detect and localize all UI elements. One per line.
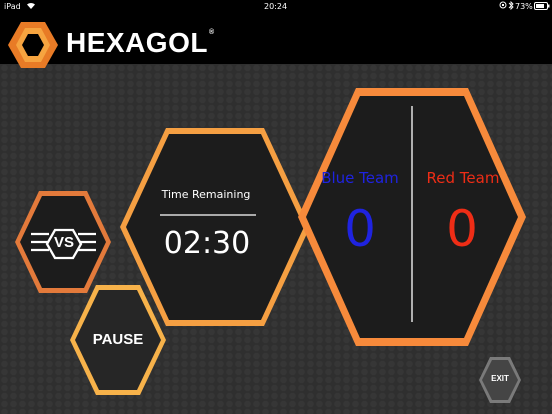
red-team-name: Red Team bbox=[426, 169, 500, 187]
blue-team-score: 0 bbox=[344, 200, 376, 258]
pause-label: PAUSE bbox=[92, 331, 144, 348]
exit-label: EXIT bbox=[491, 374, 509, 383]
timer-label: Time Remaining bbox=[161, 188, 251, 201]
hexagol-logo-icon bbox=[8, 22, 58, 68]
vs-label: VS bbox=[53, 234, 74, 251]
timer-value: 02:30 bbox=[163, 226, 251, 261]
blue-team-name: Blue Team bbox=[321, 169, 399, 187]
red-team-score: 0 bbox=[446, 200, 478, 258]
